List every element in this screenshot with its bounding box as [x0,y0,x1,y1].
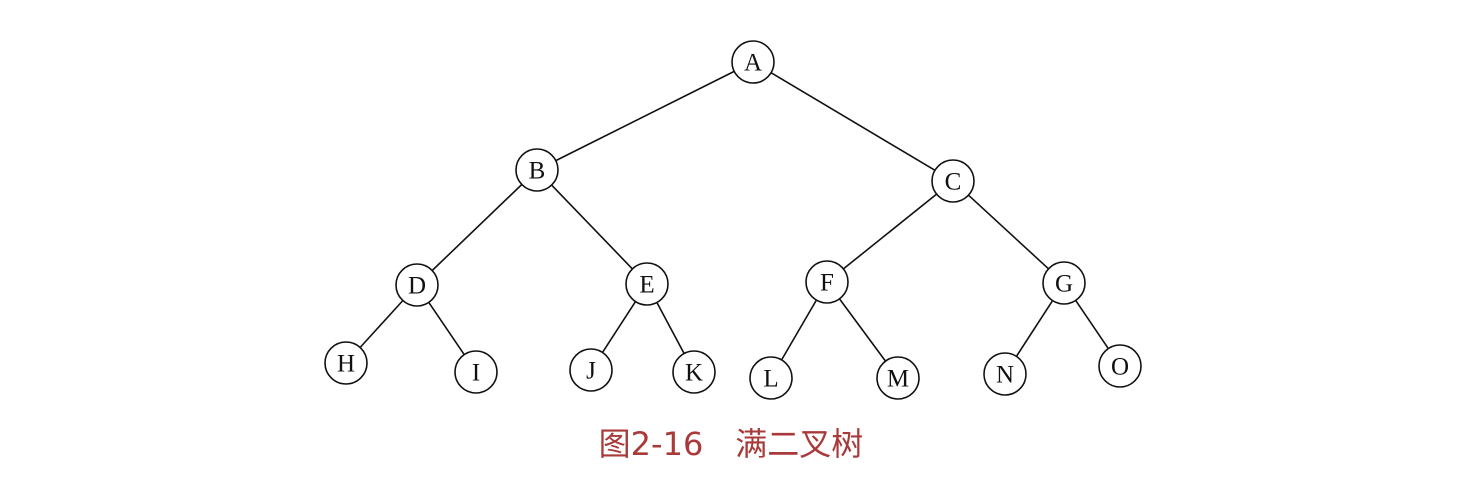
tree-node-b: B [515,148,559,192]
node-label: F [820,270,834,297]
binary-tree-diagram: A B C D E F G H I J K L M N O [324,40,1142,400]
tree-node-e: E [625,262,669,306]
tree-node-g: G [1042,261,1086,305]
edge-c-f [842,193,938,270]
edge-g-n [1015,300,1054,357]
node-label: O [1111,354,1129,381]
edge-g-o [1075,299,1109,350]
node-label: L [763,366,778,393]
node-label: H [337,351,355,378]
tree-node-l: L [749,356,793,400]
tree-node-j: J [569,348,613,392]
edge-d-h [359,299,404,349]
node-label: B [529,158,546,185]
node-label: C [945,169,962,196]
node-label: A [744,50,762,77]
tree-edges [359,70,1109,362]
tree-node-f: F [805,260,849,304]
node-label: K [685,360,703,387]
tree-node-n: N [983,352,1027,396]
edge-e-j [601,301,637,353]
node-label: D [408,273,426,300]
edge-d-i [428,301,465,356]
edge-e-k [656,302,685,354]
edge-f-m [838,298,887,362]
edge-b-e [551,184,633,270]
figure-caption: 图2-16 满二叉树 [598,425,864,463]
node-label: J [586,358,596,385]
node-label: E [639,272,654,299]
tree-node-k: K [672,350,716,394]
edge-f-l [780,299,818,361]
tree-nodes: A B C D E F G H I J K L M N O [324,40,1142,400]
edge-b-d [431,183,523,272]
tree-node-d: D [395,263,439,307]
edge-a-b [555,70,735,162]
node-label: I [472,360,480,387]
edge-c-g [967,194,1050,270]
tree-node-m: M [876,356,920,400]
tree-node-h: H [324,341,368,385]
tree-node-o: O [1098,344,1142,388]
node-label: G [1055,271,1073,298]
tree-node-c: C [931,159,975,203]
node-label: N [996,362,1014,389]
tree-node-a: A [731,40,775,84]
node-label: M [887,366,909,393]
tree-node-i: I [454,350,498,394]
edge-a-c [770,72,936,171]
